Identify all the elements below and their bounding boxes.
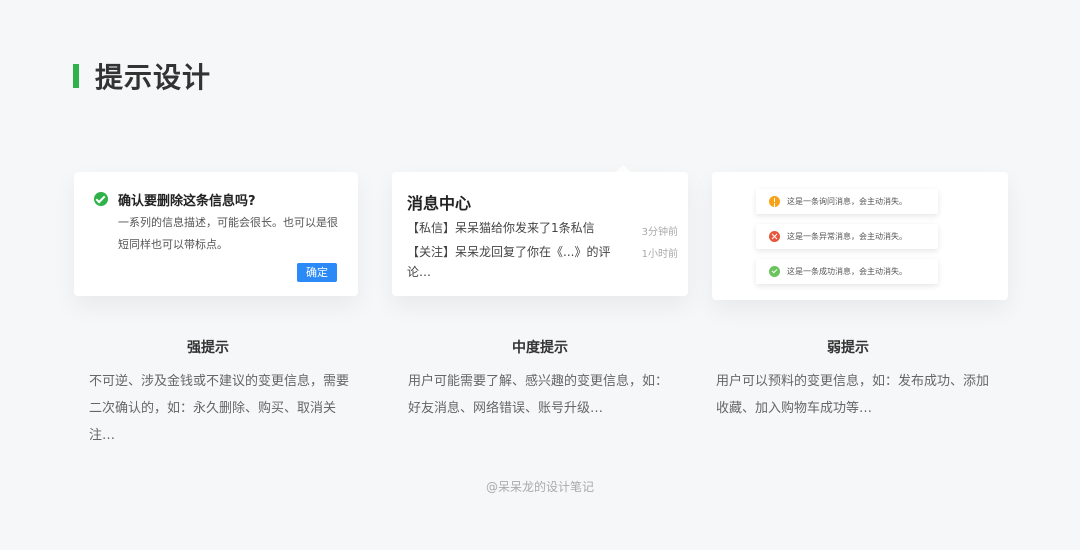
strong-prompt-heading: 强提示 bbox=[187, 340, 229, 356]
strong-prompt-description: 不可逆、涉及金钱或不建议的变更信息，需要二次确认的，如：永久删除、购买、取消关注… bbox=[89, 374, 350, 443]
warning-icon bbox=[769, 196, 780, 207]
weak-prompt-heading: 弱提示 bbox=[827, 340, 869, 356]
dialog-title: 确认要删除这条信息吗? bbox=[118, 194, 256, 209]
toast-success: 这是一条成功消息，会主动消失。 bbox=[756, 259, 938, 284]
message-item[interactable]: 【关注】呆呆龙回复了你在《...》的评论… bbox=[407, 242, 631, 282]
check-circle-icon bbox=[94, 192, 108, 206]
weak-prompt-description: 用户可以预料的变更信息，如：发布成功、添加收藏、加入购物车成功等… bbox=[716, 374, 990, 416]
confirm-button[interactable]: 确定 bbox=[297, 263, 337, 282]
success-icon bbox=[769, 266, 780, 277]
toast-text: 这是一条询问消息，会主动消失。 bbox=[787, 197, 907, 206]
toast-warning: 这是一条询问消息，会主动消失。 bbox=[756, 189, 938, 214]
author-credit: @呆呆龙的设计笔记 bbox=[485, 480, 594, 494]
toast-examples-card: 这是一条询问消息，会主动消失。 这是一条异常消息，会主动消失。 这是一条成功消息… bbox=[712, 172, 1008, 300]
page-header: 提示设计 bbox=[73, 56, 211, 96]
dialog-description: 一系列的信息描述，可能会很长。也可以是很短同样也可以带标点。 bbox=[118, 216, 338, 251]
message-center-card: 消息中心 【私信】呆呆猫给你发来了1条私信 3分钟前 【关注】呆呆龙回复了你在《… bbox=[392, 172, 688, 296]
message-item[interactable]: 【私信】呆呆猫给你发来了1条私信 bbox=[407, 218, 631, 238]
message-time: 1小时前 bbox=[641, 249, 678, 260]
toast-error: 这是一条异常消息，会主动消失。 bbox=[756, 224, 938, 249]
error-icon bbox=[769, 231, 780, 242]
title-accent-bar bbox=[73, 64, 79, 88]
toast-text: 这是一条成功消息，会主动消失。 bbox=[787, 267, 907, 276]
message-center-title: 消息中心 bbox=[407, 194, 472, 213]
page-title: 提示设计 bbox=[95, 61, 212, 94]
message-time: 3分钟前 bbox=[641, 227, 678, 238]
medium-prompt-description: 用户可能需要了解、感兴趣的变更信息，如：好友消息、网络错误、账号升级… bbox=[408, 374, 669, 416]
toast-text: 这是一条异常消息，会主动消失。 bbox=[787, 232, 907, 241]
confirm-dialog-card: 确认要删除这条信息吗? 一系列的信息描述，可能会很长。也可以是很短同样也可以带标… bbox=[74, 172, 358, 296]
medium-prompt-heading: 中度提示 bbox=[512, 340, 568, 356]
